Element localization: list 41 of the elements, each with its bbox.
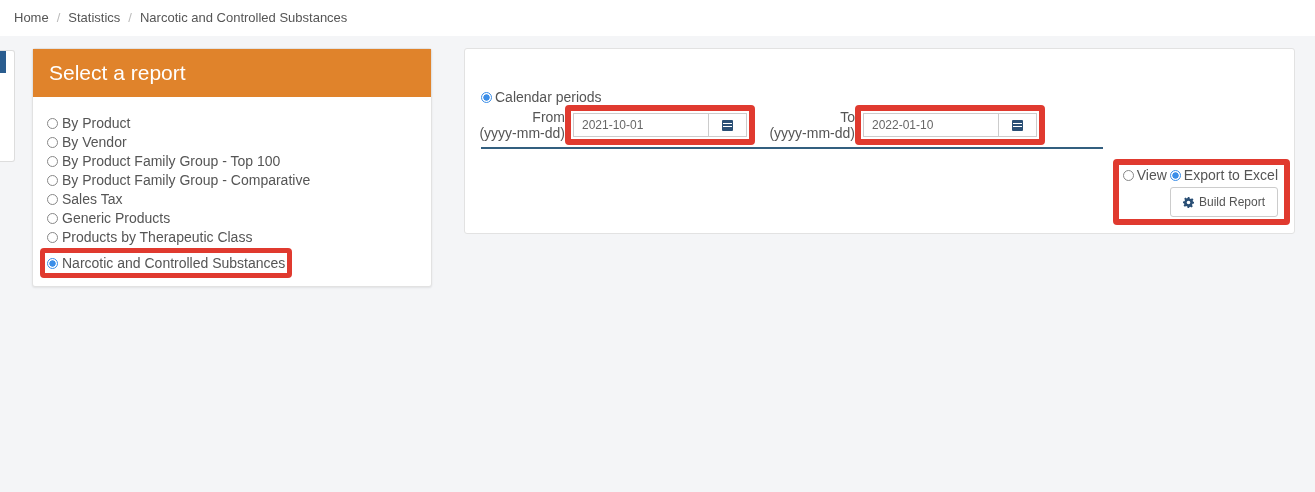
calendar-icon <box>722 119 733 131</box>
option-label[interactable]: By Product <box>62 115 131 131</box>
build-report-button[interactable]: Build Report <box>1169 187 1278 217</box>
radio-button[interactable] <box>1169 170 1181 181</box>
date-field[interactable]: 2022-01-10 <box>863 113 999 137</box>
radio-button[interactable] <box>47 212 58 224</box>
calendar-button[interactable] <box>999 113 1037 137</box>
option-label[interactable]: View <box>1136 167 1167 183</box>
radio-button[interactable] <box>47 193 58 205</box>
calendar-button[interactable] <box>709 113 747 137</box>
breadcrumb-separator: / <box>128 10 132 26</box>
calendar-icon <box>1012 119 1023 131</box>
option-label[interactable]: Products by Therapeutic Class <box>62 229 253 245</box>
date-field[interactable]: 2021-10-01 <box>573 113 709 137</box>
option-label[interactable]: By Vendor <box>62 134 127 150</box>
option-label[interactable]: By Product Family Group - Comparative <box>62 172 311 188</box>
option-label[interactable]: Narcotic and Controlled Substances <box>62 255 286 271</box>
breadcrumb-link[interactable]: Statistics <box>68 10 121 26</box>
radio-button[interactable] <box>481 92 492 103</box>
field-label: From <box>531 109 565 125</box>
radio-button[interactable] <box>47 174 58 186</box>
radio-button[interactable] <box>47 136 58 148</box>
field-hint: (yyyy-mm-dd) <box>478 125 565 141</box>
radio-button[interactable] <box>47 155 58 167</box>
radio-button[interactable] <box>47 117 58 129</box>
panel-title: Select a report <box>33 49 431 97</box>
option-label[interactable]: Calendar periods <box>495 89 602 105</box>
breadcrumb-separator: / <box>56 10 61 26</box>
sidebar-tab[interactable] <box>0 50 15 162</box>
option-label[interactable]: Generic Products <box>62 210 171 226</box>
option-label[interactable]: Export to Excel <box>1183 167 1278 183</box>
option-label[interactable]: By Product Family Group - Top 100 <box>62 153 281 169</box>
field-label: To <box>839 109 855 125</box>
radio-button[interactable] <box>47 257 58 269</box>
field-hint: (yyyy-mm-dd) <box>768 125 855 141</box>
gear-icon <box>1182 196 1194 208</box>
option-label[interactable]: Sales Tax <box>62 191 123 207</box>
breadcrumb-link[interactable]: Home <box>14 10 49 26</box>
breadcrumb-current: Narcotic and Controlled Substances <box>139 10 348 26</box>
radio-button[interactable] <box>47 231 58 243</box>
radio-button[interactable] <box>1122 170 1134 181</box>
